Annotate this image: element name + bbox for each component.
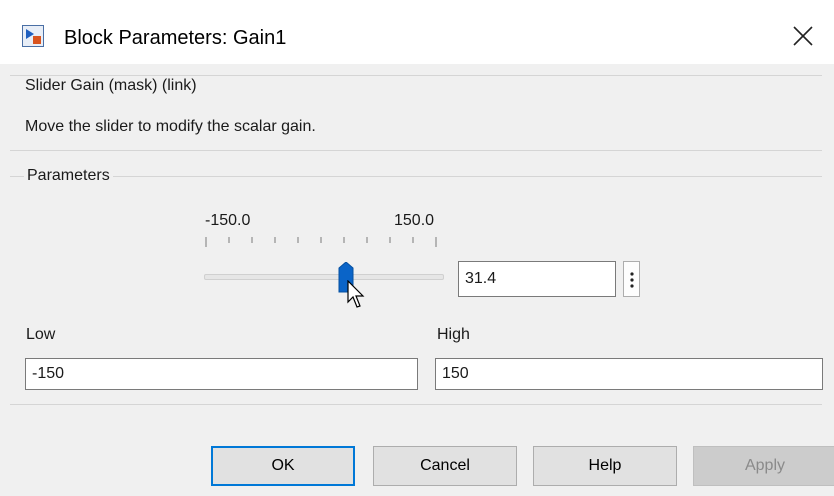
close-button[interactable]	[780, 14, 826, 60]
gain-value-field[interactable]: 31.4	[458, 261, 616, 297]
apply-button[interactable]: Apply	[693, 446, 834, 486]
block-parameters-dialog: Block Parameters: Gain1 Slider Gain (mas…	[0, 0, 834, 496]
cancel-button[interactable]: Cancel	[373, 446, 517, 486]
slider-min-label: -150.0	[205, 212, 251, 229]
low-field[interactable]: -150	[25, 358, 418, 390]
mask-description: Move the slider to modify the scalar gai…	[25, 118, 316, 135]
simulink-block-icon	[22, 25, 44, 47]
mouse-cursor-icon	[347, 280, 365, 308]
high-field[interactable]: 150	[435, 358, 823, 390]
parameters-group-label: Parameters	[24, 166, 113, 186]
help-button[interactable]: Help	[533, 446, 677, 486]
ok-button[interactable]: OK	[211, 446, 355, 486]
slider-max-label: 150.0	[394, 212, 435, 229]
gain-options-button[interactable]	[623, 261, 640, 297]
window-title: Block Parameters: Gain1	[64, 27, 287, 49]
high-label: High	[437, 326, 470, 343]
title-bar[interactable]: Block Parameters: Gain1	[0, 0, 834, 64]
mask-group-label: Slider Gain (mask) (link)	[22, 76, 200, 96]
more-options-icon	[630, 272, 634, 288]
close-icon	[793, 26, 813, 46]
parameters-frame	[10, 176, 822, 177]
slider-track[interactable]	[204, 274, 444, 280]
mask-group-divider	[10, 150, 822, 151]
parameters-bottom-divider	[10, 404, 822, 405]
slider-ticks	[205, 237, 437, 247]
low-label: Low	[26, 326, 56, 343]
